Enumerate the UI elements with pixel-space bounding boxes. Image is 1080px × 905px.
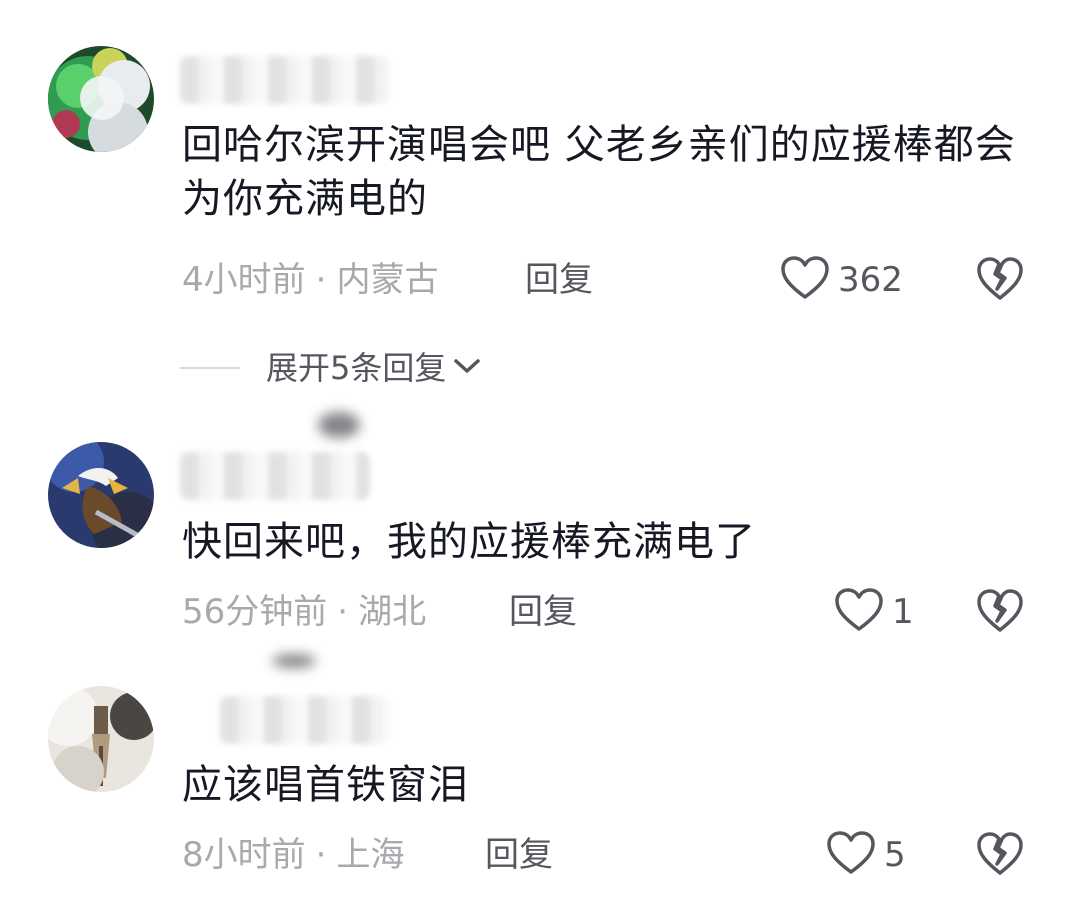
like-count: 362 bbox=[838, 260, 903, 300]
avatar[interactable] bbox=[48, 46, 154, 152]
broken-heart-icon bbox=[976, 589, 1024, 638]
like-count: 5 bbox=[884, 835, 906, 875]
broken-heart-icon bbox=[976, 257, 1024, 306]
avatar[interactable] bbox=[48, 686, 154, 792]
reply-button[interactable]: 回复 bbox=[485, 833, 553, 877]
meta-separator: · bbox=[315, 260, 327, 300]
comment-item: 应该唱首铁窗泪 8小时前 · 上海 回复 5 bbox=[0, 654, 1080, 905]
meta-separator: · bbox=[337, 592, 349, 632]
comment-meta: 56分钟前 · 湖北 bbox=[182, 590, 426, 634]
reply-button[interactable]: 回复 bbox=[525, 258, 593, 302]
dislike-button[interactable] bbox=[976, 588, 1024, 636]
comment-time: 4小时前 bbox=[182, 260, 306, 300]
heart-outline-icon bbox=[780, 255, 830, 305]
comment-text: 回哈尔滨开演唱会吧 父老乡亲们的应援棒都会为你充满电的 bbox=[182, 122, 1016, 222]
username[interactable] bbox=[180, 56, 390, 104]
expand-replies-label: 展开5条回复 bbox=[266, 349, 447, 387]
comment-time: 8小时前 bbox=[182, 835, 306, 875]
comment-meta: 4小时前 · 内蒙古 bbox=[182, 258, 438, 302]
comment-location: 湖北 bbox=[358, 592, 427, 632]
broken-heart-icon bbox=[976, 832, 1024, 881]
reply-button[interactable]: 回复 bbox=[509, 590, 577, 634]
comment-time: 56分钟前 bbox=[182, 592, 328, 632]
meta-separator: · bbox=[315, 835, 327, 875]
comment-location: 内蒙古 bbox=[336, 260, 439, 300]
username[interactable] bbox=[220, 696, 390, 744]
dislike-button[interactable] bbox=[976, 256, 1024, 304]
dislike-button[interactable] bbox=[976, 831, 1024, 879]
like-button[interactable]: 5 bbox=[826, 831, 906, 879]
comment-item: 回哈尔滨开演唱会吧 父老乡亲们的应援棒都会为你充满电的 4小时前 · 内蒙古 回复 … bbox=[0, 0, 1080, 400]
avatar[interactable] bbox=[48, 442, 154, 548]
heart-outline-icon bbox=[826, 830, 876, 880]
blur-artifact bbox=[318, 412, 360, 438]
expand-replies[interactable]: 展开5条回复 bbox=[180, 346, 482, 390]
heart-outline-icon bbox=[834, 587, 884, 637]
comment-text: 应该唱首铁窗泪 bbox=[182, 762, 469, 808]
comment-location: 上海 bbox=[336, 835, 405, 875]
like-button[interactable]: 1 bbox=[834, 588, 914, 636]
like-button[interactable]: 362 bbox=[780, 256, 903, 304]
comment-item: 快回来吧，我的应援棒充满电了 56分钟前 · 湖北 回复 1 bbox=[0, 400, 1080, 660]
comment-meta: 8小时前 · 上海 bbox=[182, 833, 404, 877]
divider-line bbox=[180, 367, 240, 369]
comment-text: 快回来吧，我的应援棒充满电了 bbox=[182, 519, 756, 565]
blur-artifact bbox=[272, 654, 316, 668]
chevron-down-icon bbox=[452, 356, 482, 380]
like-count: 1 bbox=[892, 592, 914, 632]
username[interactable] bbox=[180, 452, 370, 500]
